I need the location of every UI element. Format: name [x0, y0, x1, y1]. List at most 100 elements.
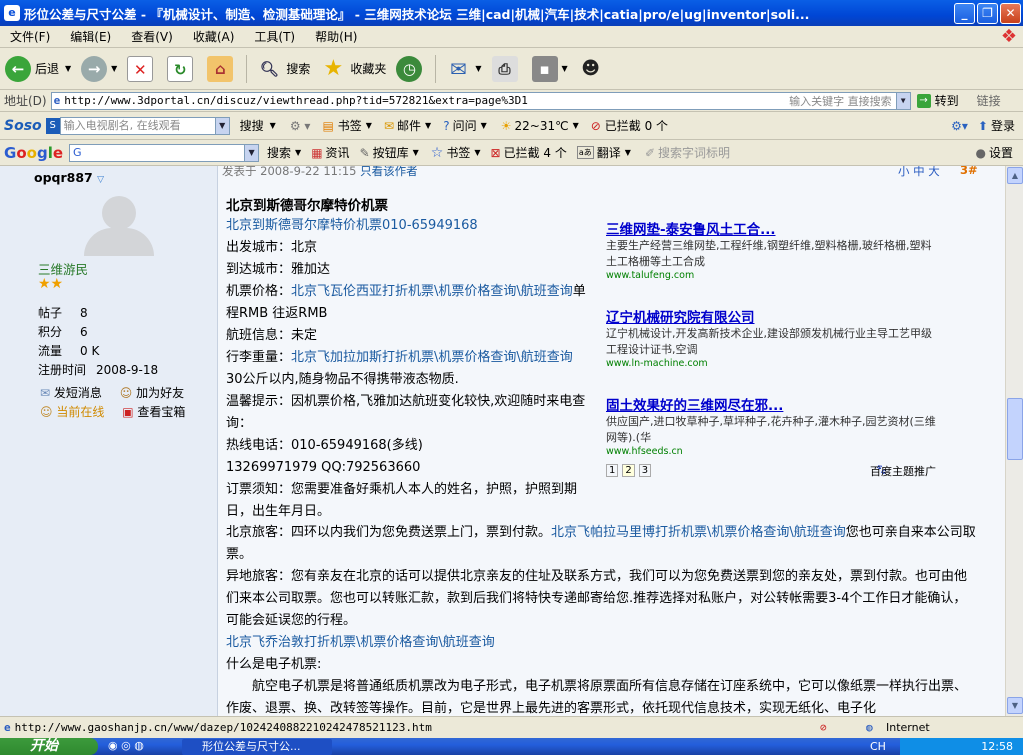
internet-zone-icon: ◍: [866, 721, 873, 734]
font-size-switch[interactable]: 小 中 大: [898, 166, 940, 179]
history-button[interactable]: ◷: [396, 55, 426, 82]
rank-stars-icon: ★★: [38, 276, 64, 292]
print-icon: ⎙: [491, 55, 518, 82]
search-button[interactable]: 🔍︎ 搜索: [256, 56, 311, 82]
avatar[interactable]: [82, 196, 158, 256]
refresh-button[interactable]: ↻: [167, 55, 197, 82]
back-button[interactable]: ← 后退 ▼: [5, 55, 71, 82]
ad-item[interactable]: 固土效果好的三维网尽在邪... 供应国产,进口牧草种子,草坪种子,花卉种子,灌木…: [606, 394, 936, 464]
menu-bar: 文件(F) 编辑(E) 查看(V) 收藏(A) 工具(T) 帮助(H) ❖: [0, 26, 1023, 48]
google-star-icon: ☆: [430, 144, 444, 161]
google-translate-button[interactable]: 翻译: [597, 144, 621, 161]
menu-file[interactable]: 文件(F): [0, 28, 60, 45]
favorites-button[interactable]: ★ 收藏夹: [320, 56, 386, 82]
post-link-2[interactable]: 北京飞瓦伦西亚打折机票\机票价格查询\航班查询: [291, 284, 573, 299]
star-icon: ★: [323, 55, 344, 81]
ad-page-3[interactable]: 3: [638, 464, 652, 477]
ad-page-1[interactable]: 1: [606, 464, 619, 477]
maximize-button[interactable]: ❐: [977, 3, 998, 24]
post-link-3[interactable]: 北京飞加拉加斯打折机票\机票价格查询\航班查询: [291, 350, 573, 365]
google-settings-button[interactable]: 设置: [989, 144, 1013, 161]
soso-engine-icon[interactable]: S: [45, 117, 60, 134]
soso-mail-button[interactable]: 邮件: [397, 117, 421, 134]
soso-ask-button[interactable]: 问问: [453, 117, 477, 134]
edit-button[interactable]: ▪ ▼: [531, 55, 568, 82]
soso-mail-icon: ✉: [383, 118, 395, 133]
add-friend-link[interactable]: 加为好友: [136, 386, 184, 400]
post-panel: 发表于 2008-9-22 11:15 只看该作者 小 中 大 3# 北京到斯德…: [218, 166, 1005, 716]
start-button[interactable]: 开始: [0, 738, 98, 755]
address-dropdown-icon[interactable]: ▼: [895, 92, 910, 109]
address-search-placeholder: 输入关键字 直接搜索: [789, 94, 892, 108]
google-blocker-icon: ⊠: [490, 145, 501, 160]
soso-search-button[interactable]: 搜搜: [240, 117, 264, 134]
soso-bookmarks-button[interactable]: 书签: [338, 117, 362, 134]
ad-item[interactable]: 三维网垫-泰安鲁风土工合... 主要生产经营三维网垫,工程纤维,钢塑纤维,塑料格…: [606, 218, 936, 306]
close-button[interactable]: ✕: [1000, 3, 1021, 24]
ad-item[interactable]: 辽宁机械研究院有限公司 辽宁机械设计,开发高新技术企业,建设部颁发机械行业主导工…: [606, 306, 936, 394]
scroll-thumb[interactable]: [1007, 398, 1023, 460]
ad-page-2[interactable]: 2: [622, 464, 635, 477]
soso-weather[interactable]: 22~31℃: [515, 119, 569, 133]
author-actions: ✉ 发短消息 ☺ 加为好友 ☺ 当前在线 ▣ 查看宝箱: [40, 384, 185, 422]
post-link-1[interactable]: 北京到斯德哥尔摩特价机票010-65949168: [226, 218, 478, 233]
send-message-link[interactable]: 发短消息: [54, 386, 102, 400]
scroll-up-icon[interactable]: ▲: [1007, 167, 1023, 184]
taskbar: 开始 ◉ ◎ ◍ 形位公差与尺寸公... CH 12:58: [0, 738, 1023, 755]
soso-bookmark-icon: ▤: [322, 118, 334, 133]
refresh-icon: ↻: [167, 55, 194, 82]
vertical-scrollbar[interactable]: ▲ ▼: [1005, 166, 1023, 716]
only-author-link[interactable]: 只看该作者: [360, 166, 418, 178]
google-bookmarks-button[interactable]: 书签: [446, 144, 470, 161]
google-logo: Google: [4, 143, 64, 162]
soso-login-button[interactable]: 登录: [991, 117, 1015, 134]
taskbar-task[interactable]: 形位公差与尺寸公...: [182, 739, 332, 755]
weather-icon: ☀: [500, 118, 512, 133]
stop-button[interactable]: ✕: [127, 55, 157, 82]
google-dropdown-icon[interactable]: ▼: [244, 144, 259, 161]
status-url: http://www.gaoshanjp.cn/www/dazep/102424…: [14, 721, 432, 734]
menu-edit[interactable]: 编辑(E): [60, 28, 121, 45]
post-link-4[interactable]: 北京飞帕拉马里博打折机票\机票价格查询\航班查询: [551, 525, 846, 540]
google-search-button[interactable]: 搜索: [267, 144, 291, 161]
post-meta: 发表于 2008-9-22 11:15 只看该作者: [222, 166, 418, 178]
google-blocked-count[interactable]: 已拦截 4 个: [504, 144, 567, 161]
address-label: 地址(D): [4, 94, 47, 108]
google-buttons-button[interactable]: 按钮库: [373, 144, 409, 161]
go-button[interactable]: 转到: [935, 92, 959, 109]
google-suggest-button[interactable]: 搜索字词标明: [658, 144, 730, 161]
view-treasure-link[interactable]: 查看宝箱: [137, 405, 185, 419]
online-status[interactable]: 当前在线: [56, 405, 104, 419]
language-indicator[interactable]: CH: [870, 738, 886, 755]
edit-icon: ▪: [531, 55, 558, 82]
menu-help[interactable]: 帮助(H): [305, 28, 367, 45]
menu-tools[interactable]: 工具(T): [244, 28, 305, 45]
home-button[interactable]: ⌂: [207, 55, 237, 82]
minimize-button[interactable]: _: [954, 3, 975, 24]
print-button[interactable]: ⎙: [491, 55, 522, 82]
soso-options-icon[interactable]: ⚙︎▾: [951, 119, 968, 133]
google-search-input[interactable]: G ▼: [69, 143, 260, 162]
google-news-button[interactable]: 资讯: [326, 144, 350, 161]
links-label[interactable]: 链接: [977, 92, 1001, 109]
popup-blocker-icon: ⊘: [590, 118, 601, 133]
forward-button[interactable]: → ▼: [81, 55, 117, 82]
quick-launch-icons[interactable]: ◉ ◎ ◍: [108, 739, 144, 752]
mail-button[interactable]: ✉ ▼: [445, 56, 482, 82]
button-gallery-icon: ✎: [359, 145, 370, 160]
baidu-promo-label[interactable]: 百度主题推广: [870, 463, 936, 479]
menu-favorites[interactable]: 收藏(A): [183, 28, 245, 45]
soso-search-input[interactable]: 输入电视剧名, 在线观看 ▼: [59, 116, 230, 135]
menu-view[interactable]: 查看(V): [121, 28, 183, 45]
author-stats: 帖子 8 积分 6 流量 0 K 注册时间 2008-9-18: [38, 306, 159, 377]
messenger-button[interactable]: ☻: [578, 56, 608, 82]
post-link-5[interactable]: 北京飞乔治敦打折机票\机票价格查询\航班查询: [226, 635, 495, 650]
scroll-down-icon[interactable]: ▼: [1007, 697, 1023, 714]
soso-login-icon: ⬆: [977, 118, 988, 133]
soso-dropdown-icon[interactable]: ▼: [214, 117, 229, 134]
news-icon: ▦: [311, 145, 323, 160]
soso-tools-icon[interactable]: ⚙︎ ▾: [290, 119, 311, 133]
address-input[interactable]: e http://www.3dportal.cn/discuz/viewthre…: [50, 91, 911, 110]
author-username[interactable]: opqr887 ▽: [34, 170, 104, 185]
soso-blocked-count[interactable]: 已拦截 0 个: [605, 117, 668, 134]
